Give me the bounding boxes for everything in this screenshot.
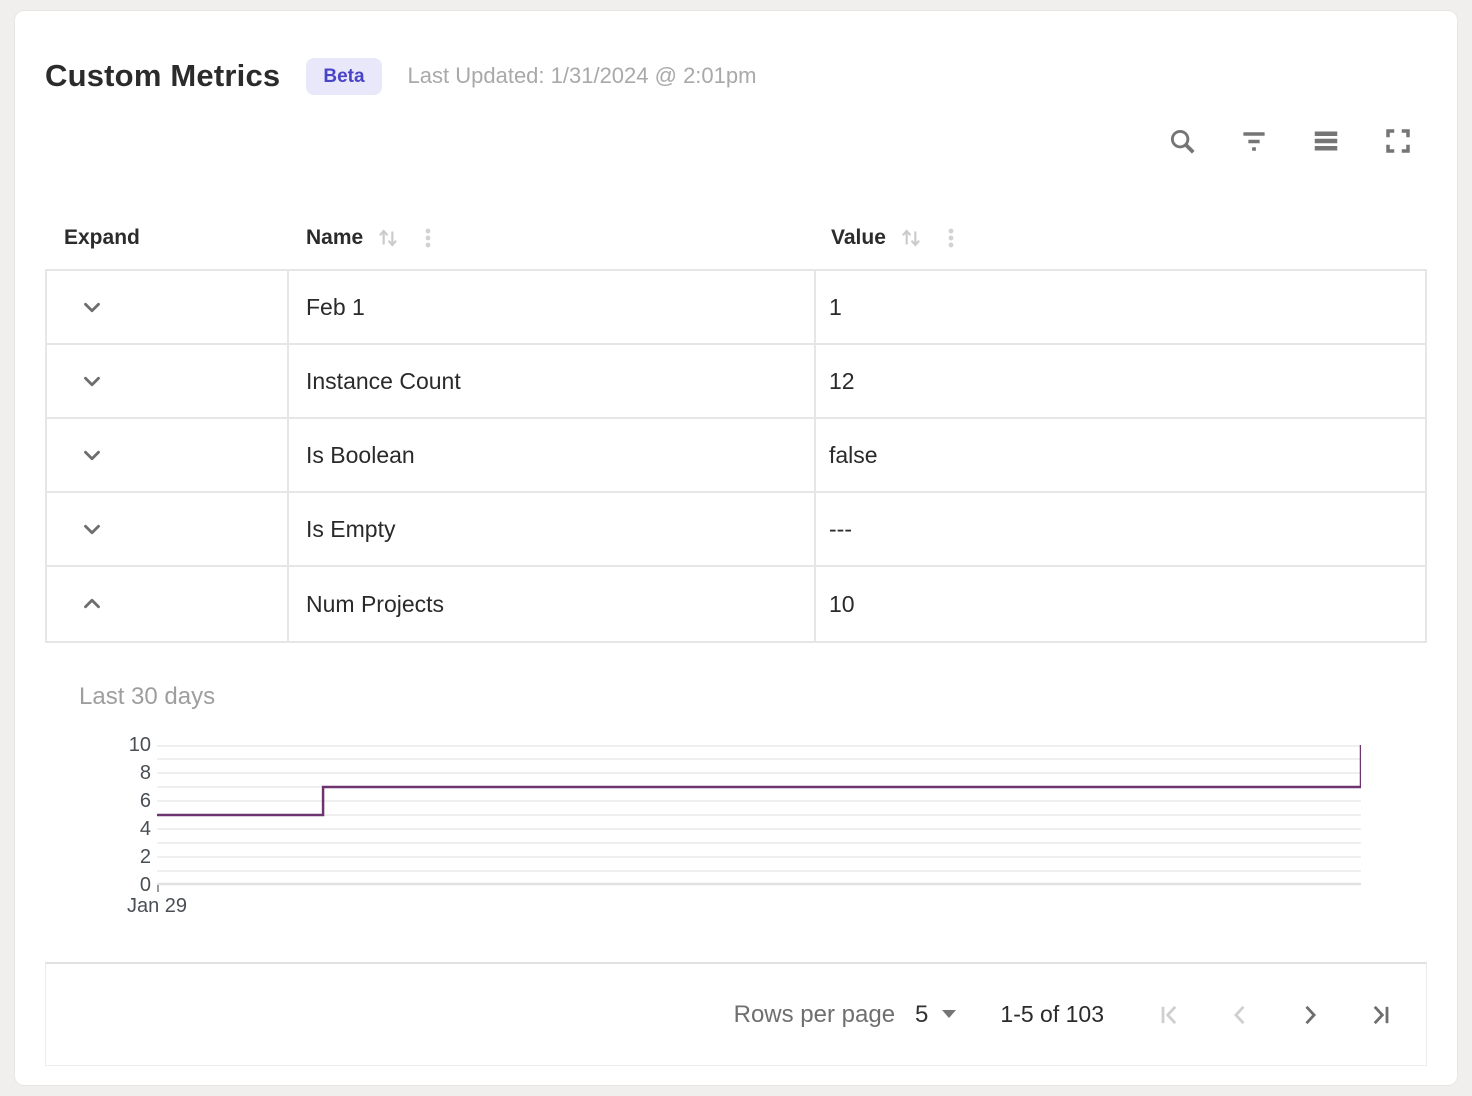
column-header-name[interactable]: Name	[289, 225, 818, 251]
name-cell: Is Empty	[289, 493, 816, 565]
density-button[interactable]	[1309, 124, 1343, 158]
value-cell: 12	[816, 345, 1425, 417]
column-header-value[interactable]: Value	[818, 225, 1427, 251]
search-icon	[1167, 126, 1197, 156]
chart-y-tick-label: 0	[140, 875, 151, 895]
expand-row-button[interactable]	[77, 514, 107, 544]
pagination-range-label: 1-5 of 103	[1000, 1001, 1104, 1028]
name-cell: Instance Count	[289, 345, 816, 417]
beta-badge: Beta	[306, 58, 381, 95]
chart: 0246810	[45, 745, 1427, 893]
first-page-button[interactable]	[1156, 1001, 1184, 1029]
name-cell: Num Projects	[289, 567, 816, 641]
expanded-row-panel: Last 30 days 0 2 4 6 8 10 Jan 29	[45, 683, 1427, 918]
rows-per-page-select[interactable]: 5	[915, 1001, 956, 1029]
sort-icon[interactable]	[898, 225, 924, 251]
density-icon	[1311, 126, 1341, 156]
sort-icon[interactable]	[375, 225, 401, 251]
rows-per-page-value: 5	[915, 1001, 928, 1029]
chart-title: Last 30 days	[79, 683, 1427, 711]
chart-y-tick-label: 2	[140, 847, 151, 867]
table-row: Feb 11	[47, 271, 1425, 345]
previous-page-button[interactable]	[1226, 1001, 1254, 1029]
name-cell: Is Boolean	[289, 419, 816, 491]
expand-cell	[47, 345, 289, 417]
last-page-icon	[1366, 1001, 1394, 1029]
name-cell: Feb 1	[289, 271, 816, 343]
column-label: Name	[306, 226, 363, 250]
table-header-row: Expand Name Value	[45, 207, 1427, 269]
chevron-down-icon	[79, 516, 105, 542]
value-cell: ---	[816, 493, 1425, 565]
table-row: Is Empty---	[47, 493, 1425, 567]
chart-y-tick-label: 8	[140, 763, 151, 783]
pager-buttons	[1156, 1001, 1394, 1029]
first-page-icon	[1156, 1001, 1184, 1029]
chevron-right-icon	[1296, 1001, 1324, 1029]
fullscreen-icon	[1383, 126, 1413, 156]
chevron-up-icon	[79, 591, 105, 617]
chevron-down-icon	[79, 368, 105, 394]
chart-x-tick-label: Jan 29	[127, 895, 187, 918]
expand-cell	[47, 567, 289, 641]
chevron-down-icon	[79, 442, 105, 468]
chart-y-axis: 0246810	[45, 745, 157, 885]
table-row: Is Booleanfalse	[47, 419, 1425, 493]
page-title: Custom Metrics	[45, 58, 280, 94]
expand-cell	[47, 493, 289, 565]
filter-button[interactable]	[1237, 124, 1271, 158]
chevron-left-icon	[1226, 1001, 1254, 1029]
collapse-row-button[interactable]	[77, 589, 107, 619]
grid-toolbar	[45, 123, 1427, 159]
last-page-button[interactable]	[1366, 1001, 1394, 1029]
filter-icon	[1239, 126, 1269, 156]
expand-row-button[interactable]	[77, 292, 107, 322]
column-label: Expand	[64, 226, 140, 250]
expand-cell	[47, 419, 289, 491]
value-cell: 10	[816, 567, 1425, 641]
value-cell: 1	[816, 271, 1425, 343]
fullscreen-button[interactable]	[1381, 124, 1415, 158]
page-header: Custom Metrics Beta Last Updated: 1/31/2…	[45, 53, 1427, 99]
column-label: Value	[831, 226, 886, 250]
column-header-expand: Expand	[45, 226, 289, 250]
chart-y-tick-label: 6	[140, 791, 151, 811]
search-button[interactable]	[1165, 124, 1199, 158]
expand-cell	[47, 271, 289, 343]
last-updated-text: Last Updated: 1/31/2024 @ 2:01pm	[408, 63, 757, 89]
expand-row-button[interactable]	[77, 440, 107, 470]
next-page-button[interactable]	[1296, 1001, 1324, 1029]
custom-metrics-card: Custom Metrics Beta Last Updated: 1/31/2…	[14, 10, 1458, 1086]
chart-y-tick-label: 4	[140, 819, 151, 839]
rows-per-page-label: Rows per page	[734, 1001, 895, 1029]
table-body: Feb 11Instance Count12Is BooleanfalseIs …	[45, 269, 1427, 643]
expand-row-button[interactable]	[77, 366, 107, 396]
pagination-bar: Rows per page 5 1-5 of 103	[45, 962, 1427, 1066]
table-row: Num Projects10	[47, 567, 1425, 641]
column-menu-icon[interactable]	[940, 226, 962, 250]
caret-down-icon	[942, 1010, 956, 1019]
chart-plot	[157, 745, 1361, 893]
chevron-down-icon	[79, 294, 105, 320]
table-row: Instance Count12	[47, 345, 1425, 419]
column-menu-icon[interactable]	[417, 226, 439, 250]
value-cell: false	[816, 419, 1425, 491]
chart-y-tick-label: 10	[129, 735, 151, 755]
